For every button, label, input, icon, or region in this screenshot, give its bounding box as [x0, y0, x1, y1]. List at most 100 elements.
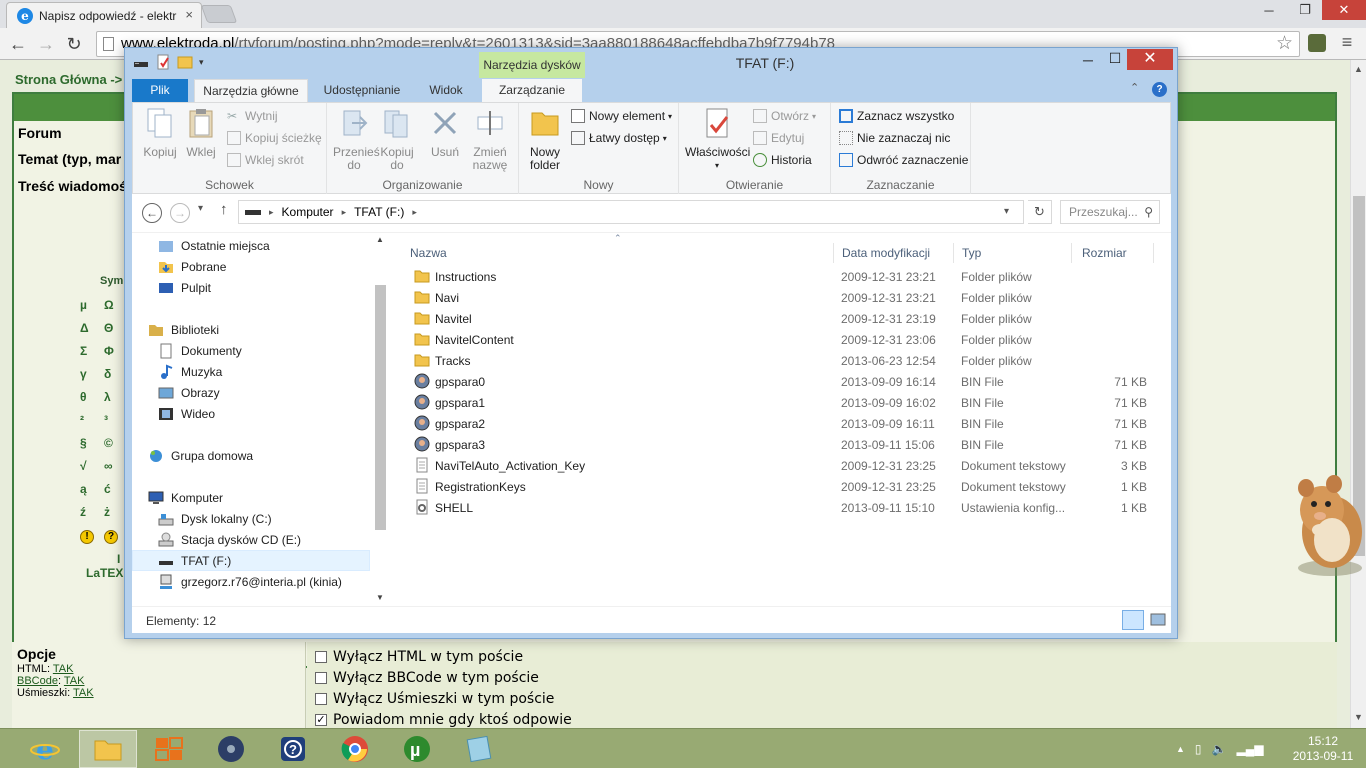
nav-item-video[interactable]: Wideo [158, 403, 215, 424]
new-tab-button[interactable] [200, 5, 238, 23]
file-row[interactable]: Tracks 2013-06-23 12:54 Folder plików [402, 350, 1154, 371]
taskbar-chrome[interactable] [326, 730, 384, 768]
select-all-button[interactable]: Zaznacz wszystko [839, 109, 954, 123]
volume-icon[interactable]: 🔈 [1212, 742, 1227, 756]
file-row[interactable]: RegistrationKeys 2009-12-31 23:25 Dokument… [402, 476, 1154, 497]
history-button[interactable]: Historia [753, 153, 812, 167]
scroll-up-icon[interactable]: ▲ [1354, 64, 1363, 74]
close-button[interactable]: ✕ [1127, 49, 1173, 70]
maximize-button[interactable]: ☐ [1102, 50, 1128, 67]
bbcode-value-link[interactable]: TAK [64, 675, 85, 687]
nav-item-network[interactable]: grzegorz.r76@interia.pl (kinia) [158, 571, 342, 592]
forward-icon[interactable]: → [170, 203, 190, 223]
taskbar-media[interactable] [202, 730, 260, 768]
minimize-button[interactable]: ─ [1075, 52, 1101, 68]
file-row[interactable]: gpspara1 2013-09-09 16:02 BIN File 71 KB [402, 392, 1154, 413]
exclamation-smiley-icon[interactable]: ! [80, 530, 94, 544]
browser-tab[interactable]: e Napisz odpowiedź - elektr × [6, 2, 202, 28]
browser-maximize-button[interactable]: ❐ [1290, 0, 1320, 20]
nav-item-documents[interactable]: Dokumenty [158, 340, 242, 361]
checkbox[interactable] [315, 672, 327, 684]
rename-button[interactable]: Zmień nazwę [467, 107, 513, 172]
nav-item-tfat[interactable]: TFAT (F:) [158, 550, 231, 571]
large-icons-view-icon[interactable] [1148, 610, 1168, 630]
clock[interactable]: 15:12 2013-09-11 [1290, 734, 1356, 764]
up-arrow-icon[interactable]: ↑ [220, 201, 228, 218]
smilies-value-link[interactable]: TAK [73, 687, 94, 699]
disable-smilies-option[interactable]: Wyłącz Uśmieszki w tym poście [315, 691, 554, 707]
chevron-right-icon[interactable]: ▸ [342, 207, 347, 218]
search-icon[interactable]: ⚲ [1144, 201, 1153, 223]
symbol[interactable]: © [104, 432, 118, 455]
checkbox-checked[interactable]: ✓ [315, 714, 327, 726]
nav-scrollbar[interactable]: ▲ ▼ [372, 233, 389, 607]
signal-icon[interactable]: ▂▄▆ [1236, 742, 1263, 756]
column-header-date[interactable]: Data modyfikacji [834, 243, 954, 263]
properties-icon[interactable] [155, 54, 171, 70]
symbols-column-2[interactable]: Ω Θ Φ δ λ ³ © ∞ ć ż ? [104, 294, 118, 547]
latex-label[interactable]: LaTEX [86, 566, 123, 580]
file-row[interactable]: Navitel 2009-12-31 23:19 Folder plików [402, 308, 1154, 329]
file-row[interactable]: Navi 2009-12-31 23:21 Folder plików [402, 287, 1154, 308]
back-icon[interactable]: ← [6, 32, 30, 56]
taskbar-help[interactable]: ? [264, 730, 322, 768]
move-to-button[interactable]: Przenieś do [333, 107, 380, 172]
symbol[interactable]: µ [80, 294, 94, 317]
help-icon[interactable]: ? [1152, 82, 1167, 97]
copy-path-button[interactable]: Kopiuj ścieżkę [227, 131, 322, 145]
path-bar[interactable]: ▸ Komputer ▸ TFAT (F:) ▸ [238, 200, 1024, 224]
breadcrumb[interactable]: Strona Główna -> [15, 72, 122, 87]
symbol[interactable]: Δ [80, 317, 94, 340]
symbol[interactable]: λ [104, 386, 118, 409]
search-input[interactable]: Przeszukaj... ⚲ [1060, 200, 1160, 224]
scroll-down-icon[interactable]: ▼ [376, 593, 384, 602]
open-button[interactable]: Otwórz ▾ [753, 109, 816, 123]
symbol[interactable]: Φ [104, 340, 118, 363]
tab-manage[interactable]: Zarządzanie [482, 79, 582, 102]
symbol[interactable]: ż [104, 501, 118, 524]
symbol[interactable]: ą [80, 478, 94, 501]
nav-item-local-disk[interactable]: Dysk lokalny (C:) [158, 508, 272, 529]
delete-button[interactable]: Usuń [427, 107, 463, 159]
details-view-icon[interactable] [1122, 610, 1144, 630]
file-row[interactable]: NavitelContent 2009-12-31 23:06 Folder pli… [402, 329, 1154, 350]
address-dropdown-icon[interactable]: ▾ [1004, 206, 1009, 217]
question-smiley-icon[interactable]: ? [104, 530, 118, 544]
column-header-size[interactable]: Rozmiar [1074, 243, 1154, 263]
new-item-button[interactable]: Nowy element ▾ [571, 109, 672, 123]
edit-button[interactable]: Edytuj [753, 131, 804, 145]
symbol[interactable]: ² [80, 409, 94, 432]
scroll-thumb[interactable] [375, 285, 386, 530]
bbcode-link[interactable]: BBCode [17, 675, 58, 687]
nav-item-libraries[interactable]: Biblioteki [148, 319, 219, 340]
copy-button[interactable]: Kopiuj [141, 107, 179, 159]
new-folder-button[interactable]: Nowy folder [527, 107, 563, 172]
nav-item-music[interactable]: Muzyka [158, 361, 222, 382]
checkbox[interactable] [315, 651, 327, 663]
taskbar-explorer[interactable] [79, 730, 137, 768]
symbol[interactable]: Θ [104, 317, 118, 340]
paste-button[interactable]: Wklej [183, 107, 219, 159]
tab-share[interactable]: Udostępnianie [312, 79, 412, 102]
cut-button[interactable]: ✂ Wytnij [227, 109, 278, 123]
symbols-column-1[interactable]: µ Δ Σ γ θ ² § √ ą ź ! [80, 294, 94, 547]
back-icon[interactable]: ← [142, 203, 162, 223]
disable-html-option[interactable]: Wyłącz HTML w tym poście [315, 649, 523, 665]
tab-view[interactable]: Widok [416, 79, 476, 102]
nav-item-desktop[interactable]: Pulpit [158, 277, 211, 298]
tab-file[interactable]: Plik [132, 79, 188, 102]
extension-icon[interactable] [1308, 34, 1326, 52]
device-icon[interactable]: ▯ [1195, 742, 1202, 756]
file-row[interactable]: gpspara2 2013-09-09 16:11 BIN File 71 KB [402, 413, 1154, 434]
crumb-drive[interactable]: TFAT (F:) [354, 205, 404, 219]
nav-item-cd-drive[interactable]: Stacja dysków CD (E:) [158, 529, 301, 550]
taskbar-ie[interactable]: e [16, 730, 74, 768]
nav-item-recent[interactable]: Ostatnie miejsca [158, 235, 270, 256]
tab-close-icon[interactable]: × [185, 7, 193, 22]
nav-item-pictures[interactable]: Obrazy [158, 382, 220, 403]
copy-to-button[interactable]: Kopiuj do [377, 107, 417, 172]
disable-bbcode-option[interactable]: Wyłącz BBCode w tym poście [315, 670, 539, 686]
chevron-right-icon[interactable]: ▸ [412, 207, 417, 218]
column-header-type[interactable]: Typ [954, 243, 1072, 263]
symbol[interactable]: γ [80, 363, 94, 386]
